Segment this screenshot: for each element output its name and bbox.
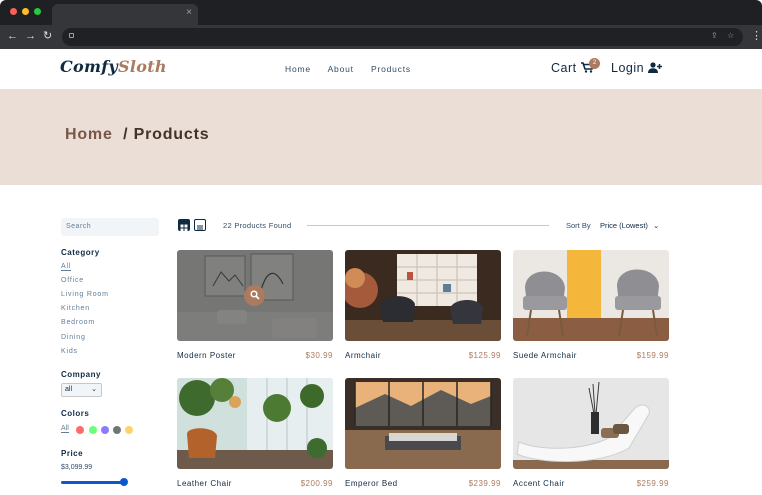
search-input[interactable]: Search — [61, 218, 159, 236]
product-image-leather-chair[interactable] — [177, 378, 333, 469]
color-swatch-yellow[interactable] — [125, 426, 133, 434]
browser-window: × ← → ↻ ⇪ ☆ ⋮ ComfySloth Home About Prod… — [0, 0, 762, 495]
category-all[interactable]: All — [61, 263, 72, 271]
browser-menu-icon[interactable]: ⋮ — [751, 29, 762, 43]
products-found-count: 22 Products Found — [223, 221, 292, 230]
site-logo[interactable]: ComfySloth — [60, 57, 167, 76]
suede-armchair-photo — [513, 250, 669, 341]
nav-link-home[interactable]: Home — [285, 64, 311, 74]
back-icon[interactable]: ← — [7, 29, 18, 43]
product-price: $125.99 — [468, 351, 501, 360]
price-value: $3,099.99 — [61, 464, 93, 471]
color-swatch-black[interactable] — [113, 426, 121, 434]
product-price: $239.99 — [468, 479, 501, 488]
lock-icon — [69, 33, 74, 38]
reload-icon[interactable]: ↻ — [43, 29, 52, 43]
color-swatch-blue[interactable] — [101, 426, 109, 434]
list-icon — [197, 225, 203, 231]
minimize-window-dot[interactable] — [22, 8, 29, 15]
color-swatch-green[interactable] — [89, 426, 97, 434]
breadcrumb-current: Products — [133, 126, 210, 143]
category-kitchen[interactable]: Kitchen — [61, 305, 90, 312]
emperor-bed-photo — [345, 378, 501, 469]
product-name: Leather Chair — [177, 479, 232, 488]
breadcrumb-home-link[interactable]: Home — [65, 126, 113, 143]
accent-chair-photo — [513, 378, 669, 469]
magnifier-glyph — [249, 290, 260, 300]
product-image-armchair[interactable] — [345, 250, 501, 341]
product-image-emperor-bed[interactable] — [345, 378, 501, 469]
cart-count-badge: 2 — [589, 58, 600, 69]
nav-link-about[interactable]: About — [328, 64, 354, 74]
page-hero: Home / Products — [0, 89, 762, 185]
share-icon[interactable]: ⇪ — [711, 31, 718, 40]
cart-button[interactable]: Cart — [551, 61, 595, 75]
sort-select[interactable]: Price (Lowest) ⌄ — [600, 221, 659, 230]
grid-icon — [180, 224, 188, 232]
product-name: Suede Armchair — [513, 351, 577, 360]
grid-view-button[interactable] — [178, 219, 190, 232]
category-living-room[interactable]: Living Room — [61, 291, 109, 298]
list-view-button[interactable] — [194, 219, 206, 231]
armchair-photo — [345, 250, 501, 341]
price-heading: Price — [61, 449, 84, 458]
browser-tab-bar: × — [0, 0, 762, 25]
product-name: Armchair — [345, 351, 382, 360]
product-price: $259.99 — [636, 479, 669, 488]
price-slider-thumb[interactable] — [120, 478, 128, 486]
login-button[interactable]: Login — [611, 61, 663, 75]
category-heading: Category — [61, 248, 100, 257]
category-dining[interactable]: Dining — [61, 334, 86, 341]
product-name: Accent Chair — [513, 479, 565, 488]
price-slider-track[interactable] — [61, 481, 125, 484]
product-image-accent-chair[interactable] — [513, 378, 669, 469]
product-price: $159.99 — [636, 351, 669, 360]
colors-heading: Colors — [61, 409, 90, 418]
site-header: ComfySloth Home About Products Cart 2 Lo… — [0, 49, 762, 89]
leather-chair-photo — [177, 378, 333, 469]
product-price: $30.99 — [305, 351, 333, 360]
close-window-dot[interactable] — [10, 8, 17, 15]
chevron-down-icon: ⌄ — [91, 386, 97, 393]
company-heading: Company — [61, 370, 101, 379]
product-name: Modern Poster — [177, 351, 236, 360]
toolbar-divider — [307, 225, 549, 226]
category-office[interactable]: Office — [61, 277, 84, 284]
tab-close-icon[interactable]: × — [186, 7, 192, 18]
category-kids[interactable]: Kids — [61, 348, 78, 355]
browser-tab[interactable]: × — [52, 4, 198, 25]
forward-icon[interactable]: → — [25, 29, 36, 43]
star-icon[interactable]: ☆ — [727, 31, 734, 40]
sort-label: Sort By — [566, 221, 591, 230]
product-image-suede-armchair[interactable] — [513, 250, 669, 341]
product-name: Emperor Bed — [345, 479, 398, 488]
maximize-window-dot[interactable] — [34, 8, 41, 15]
product-price: $200.99 — [300, 479, 333, 488]
company-select[interactable]: all ⌄ — [61, 383, 102, 397]
address-bar[interactable]: ⇪ ☆ — [62, 28, 743, 46]
browser-toolbar: ← → ↻ ⇪ ☆ ⋮ — [0, 25, 762, 49]
user-plus-icon — [648, 62, 663, 73]
color-swatch-red[interactable] — [76, 426, 84, 434]
chevron-down-icon: ⌄ — [653, 221, 660, 230]
search-icon[interactable] — [244, 285, 265, 306]
nav-link-products[interactable]: Products — [371, 64, 411, 74]
color-all[interactable]: All — [61, 425, 69, 433]
category-bedroom[interactable]: Bedroom — [61, 319, 95, 326]
breadcrumb: Home / Products — [65, 126, 210, 143]
product-image-modern-poster[interactable] — [177, 250, 333, 341]
main-nav: Home About Products — [285, 64, 425, 74]
